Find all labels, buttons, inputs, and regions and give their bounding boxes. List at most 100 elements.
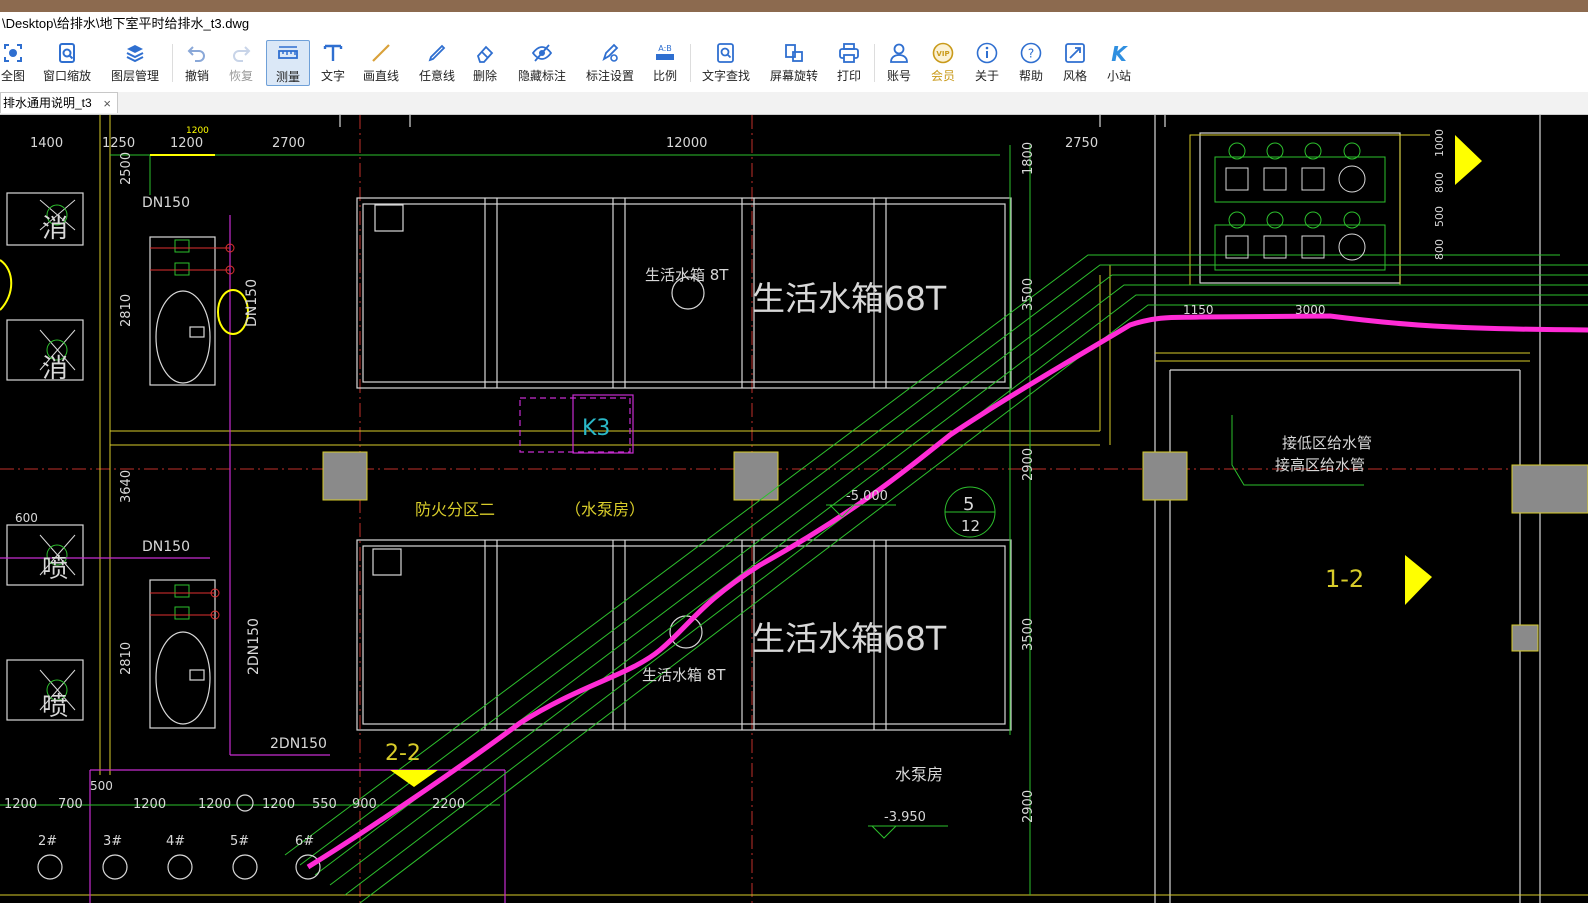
pump-label-3: 3#: [103, 834, 122, 849]
close-tab-icon[interactable]: ×: [103, 93, 111, 114]
dim-right-4: 2900: [1021, 790, 1036, 823]
site-button[interactable]: K 小站: [1104, 40, 1134, 86]
dim-top-3: 1200: [186, 126, 209, 136]
pipe-label-4: 2DN150: [270, 736, 327, 752]
pump-labels: 2# 3# 4# 5# 6#: [38, 834, 314, 849]
title-bar: \Desktop\给排水\地下室平时给排水_t3.dwg: [0, 12, 1588, 36]
file-path: \Desktop\给排水\地下室平时给排水_t3.dwg: [2, 16, 250, 31]
dim-top-2: 1200: [170, 136, 203, 151]
pipe-label-text: DN150 DN150 DN150 2DN150 2DN150: [142, 195, 327, 752]
style-button[interactable]: 风格: [1060, 40, 1090, 86]
equipment-glyph-3: 喷: [42, 692, 68, 722]
account-icon: [890, 43, 908, 63]
annotation-settings-button[interactable]: 标注设置: [584, 40, 636, 86]
toolbar-separator: [690, 44, 691, 82]
misc-dim-1: 500: [90, 779, 113, 793]
equipment-glyph-2: 喷: [42, 554, 68, 584]
pump-label-6: 6#: [295, 834, 314, 849]
annotation-settings-icon: [602, 43, 619, 62]
dim-right-2: 2900: [1021, 448, 1036, 481]
fit-all-icon: [4, 44, 22, 62]
pump-label-4: 4#: [166, 834, 185, 849]
dim-top-4: 2700: [272, 136, 305, 151]
scale-button[interactable]: A:B 比例: [650, 40, 680, 86]
line-icon: [372, 44, 390, 62]
pipe-notes: 接低区给水管 接高区给水管: [1275, 434, 1372, 474]
left-equipment: [6, 192, 216, 729]
equipment-glyph-1: 消: [42, 354, 68, 384]
undo-icon: [187, 46, 205, 62]
freehand-line-button[interactable]: 任意线: [417, 40, 457, 86]
undo-button[interactable]: 撤销: [182, 40, 212, 86]
measure-button[interactable]: 测量: [266, 40, 310, 86]
elevation-upper: -5.000: [846, 489, 888, 504]
toolbar-separator: [172, 44, 173, 82]
left-equipment-circles: [46, 204, 190, 701]
tank-large-label-1: 生活水箱68T: [752, 619, 947, 658]
pump-label-2: 2#: [38, 834, 57, 849]
dim-bottom-1: 700: [58, 797, 83, 812]
help-icon: ?: [1020, 42, 1042, 64]
pipe-label-1: DN150: [244, 279, 260, 327]
redo-button[interactable]: 恢复: [226, 40, 256, 86]
room-labels: 防火分区二 （水泵房）: [415, 500, 645, 519]
dim-right-1: 3500: [1021, 278, 1036, 311]
scale-icon: A:B: [656, 44, 674, 60]
redo-icon: [233, 46, 251, 62]
equipment-glyphs: 消 消 喷 喷: [42, 214, 68, 722]
elevation-lower: -3.950: [884, 810, 926, 825]
text-button[interactable]: 文字: [318, 40, 348, 86]
document-tab-bar: 排水通用说明_t3 ×: [0, 92, 1588, 115]
pump-units: [1225, 165, 1366, 261]
document-tab[interactable]: 排水通用说明_t3 ×: [0, 92, 118, 113]
dim-bottom-5: 550: [312, 797, 337, 812]
measure-icon: [278, 46, 298, 59]
pipe-dim-1: 3000: [1295, 303, 1326, 317]
text-search-button[interactable]: 文字查找: [700, 40, 752, 86]
print-button[interactable]: 打印: [834, 40, 864, 86]
equipment-glyph-0: 消: [42, 214, 68, 244]
dim-left-1: 2810: [119, 294, 134, 327]
hide-annotation-button[interactable]: 隐藏标注: [516, 40, 568, 86]
layer-manager-button[interactable]: 图层管理: [108, 40, 162, 86]
layers-icon: [126, 45, 144, 63]
svg-text:VIP: VIP: [936, 50, 949, 58]
inclined-pipe-bundle: [0, 145, 1588, 903]
help-button[interactable]: ? 帮助: [1016, 40, 1046, 86]
structural-lines: [0, 115, 1588, 896]
svg-text:A:B: A:B: [658, 44, 672, 53]
high-zone-note: 接高区给水管: [1275, 456, 1365, 474]
elevation-marker-lower: [868, 825, 948, 839]
about-button[interactable]: 关于: [972, 40, 1002, 86]
detail-mark-bottom: 12: [961, 517, 980, 535]
fit-all-button[interactable]: 全图: [0, 40, 26, 86]
axis-lines: [0, 115, 1588, 903]
dim-right-3: 3500: [1021, 618, 1036, 651]
window-zoom-button[interactable]: 窗口缩放: [40, 40, 94, 86]
fire-zone-label: 防火分区二: [415, 500, 495, 519]
vip-icon: VIP: [932, 42, 954, 64]
window-zoom-icon: [59, 43, 75, 63]
misc-dim-0: 600: [15, 511, 38, 525]
vip-button[interactable]: VIP 会员: [928, 40, 958, 86]
delete-button[interactable]: 删除: [470, 40, 500, 86]
dim-left-2: 3640: [119, 470, 134, 503]
tank-large-label-0: 生活水箱68T: [752, 279, 947, 318]
walls: [339, 115, 1541, 903]
columns: [322, 451, 1588, 652]
document-tab-label: 排水通用说明_t3: [3, 96, 92, 110]
rotate-screen-button[interactable]: 屏幕旋转: [768, 40, 820, 86]
eraser-icon: [476, 45, 494, 63]
pipe-label-3: 2DN150: [246, 618, 262, 675]
dim-left-3: 2810: [119, 642, 134, 675]
draw-line-button[interactable]: 画直线: [361, 40, 401, 86]
dim-bottom-3: 1200: [198, 797, 231, 812]
text-search-icon: [717, 43, 734, 63]
account-button[interactable]: 账号: [884, 40, 914, 86]
pipe-label-0: DN150: [142, 195, 190, 211]
detail-mark-top: 5: [963, 494, 974, 515]
cad-drawing-canvas[interactable]: 1400 1250 1200 1200 2700 12000 2750 2500…: [0, 115, 1588, 903]
low-zone-note: 接低区给水管: [1282, 434, 1372, 452]
dim-far-right-1: 800: [1433, 172, 1446, 193]
section-mark-1-2: 1-2: [1325, 565, 1364, 593]
